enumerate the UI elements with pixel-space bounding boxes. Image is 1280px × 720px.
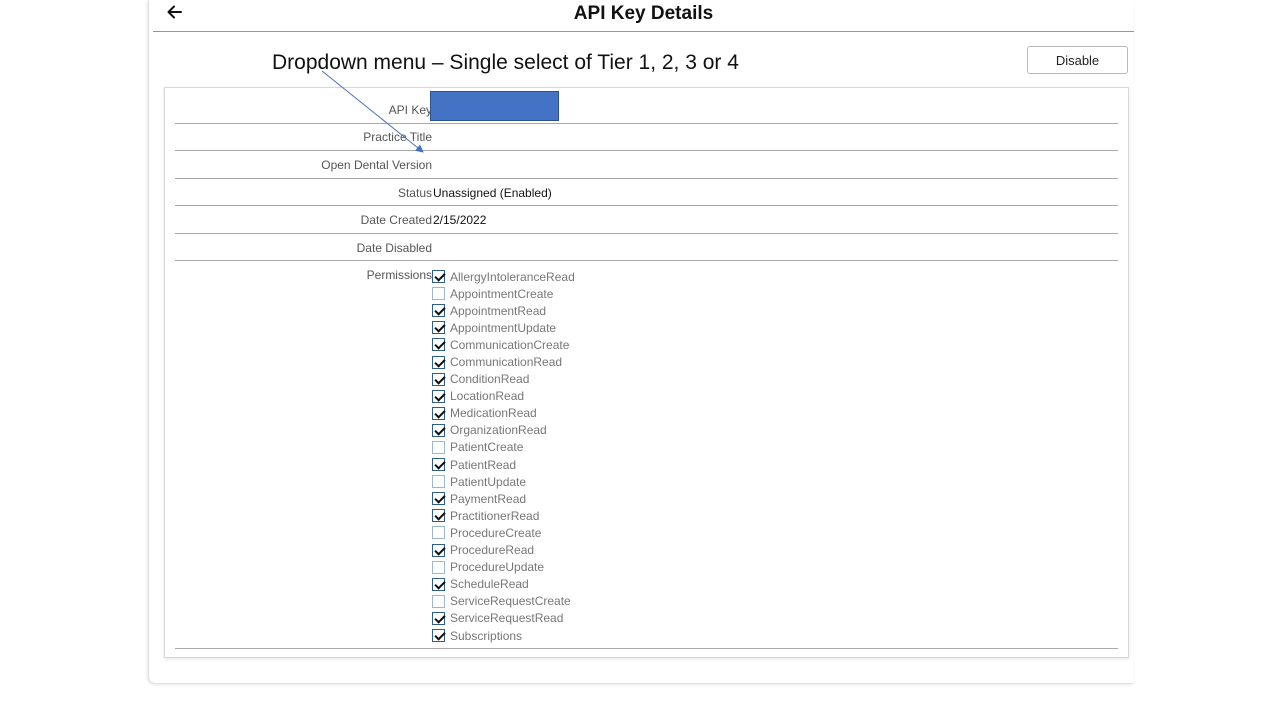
- permission-checkbox[interactable]: [432, 458, 445, 472]
- permission-label: AppointmentRead: [450, 303, 547, 318]
- date-created-label: Date Created: [360, 213, 432, 227]
- date-disabled-label: Date Disabled: [356, 241, 432, 255]
- permission-item[interactable]: CommunicationRead: [432, 353, 575, 370]
- permission-item[interactable]: ScheduleRead: [432, 576, 575, 593]
- date-created-value: 2/15/2022: [433, 213, 487, 227]
- api-key-field[interactable]: [430, 91, 559, 121]
- permission-label: ConditionRead: [450, 372, 530, 387]
- permission-checkbox[interactable]: [432, 492, 445, 506]
- permissions-row: Permissions AllergyIntoleranceRead Appoin…: [175, 261, 1118, 649]
- permission-label: CommunicationRead: [450, 355, 563, 370]
- permission-item[interactable]: PatientRead: [432, 456, 575, 473]
- permission-checkbox[interactable]: [432, 526, 445, 540]
- disable-button[interactable]: Disable: [1027, 46, 1128, 74]
- permission-label: ProcedureUpdate: [450, 560, 545, 575]
- permission-item[interactable]: AllergyIntoleranceRead: [432, 268, 575, 285]
- permission-checkbox[interactable]: [432, 321, 445, 335]
- permissions-label: Permissions: [366, 268, 432, 282]
- permission-checkbox[interactable]: [432, 372, 445, 386]
- permission-label: PractitionerRead: [450, 508, 540, 523]
- permission-item[interactable]: AppointmentCreate: [432, 285, 575, 302]
- permission-label: ScheduleRead: [450, 577, 529, 592]
- permission-checkbox[interactable]: [432, 406, 445, 420]
- practice-title-label: Practice Title: [363, 130, 432, 144]
- permission-checkbox[interactable]: [432, 304, 445, 318]
- status-label: Status: [397, 186, 432, 200]
- api-key-label: API Key: [388, 103, 432, 117]
- permission-label: AppointmentUpdate: [450, 320, 557, 335]
- permission-item[interactable]: ProcedureUpdate: [432, 559, 575, 576]
- permission-label: MedicationRead: [450, 406, 537, 421]
- permission-item[interactable]: AppointmentRead: [432, 302, 575, 319]
- permission-item[interactable]: PatientCreate: [432, 439, 575, 456]
- permission-item[interactable]: PaymentRead: [432, 490, 575, 507]
- permission-label: PaymentRead: [450, 491, 527, 506]
- permission-checkbox[interactable]: [432, 287, 445, 301]
- permission-label: Subscriptions: [450, 628, 523, 643]
- details-panel: API Key Practice Title Open Dental Versi…: [164, 87, 1129, 658]
- practice-title-row: Practice Title: [175, 124, 1118, 151]
- permission-checkbox[interactable]: [432, 270, 445, 284]
- permission-checkbox[interactable]: [432, 389, 445, 403]
- permission-label: PatientRead: [450, 457, 517, 472]
- permission-item[interactable]: Subscriptions: [432, 627, 575, 644]
- date-created-row: Date Created 2/15/2022: [175, 206, 1118, 234]
- permission-label: AppointmentCreate: [450, 286, 554, 301]
- permission-checkbox[interactable]: [432, 629, 445, 643]
- permission-label: ServiceRequestCreate: [450, 594, 571, 609]
- permission-item[interactable]: ServiceRequestRead: [432, 610, 575, 627]
- permission-checkbox[interactable]: [432, 594, 445, 608]
- permission-item[interactable]: ProcedureRead: [432, 542, 575, 559]
- permission-item[interactable]: PatientUpdate: [432, 473, 575, 490]
- permission-label: ServiceRequestRead: [450, 611, 564, 626]
- permissions-list: AllergyIntoleranceRead AppointmentCreate A…: [432, 268, 575, 644]
- permission-checkbox[interactable]: [432, 509, 445, 523]
- permission-label: OrganizationRead: [450, 423, 547, 438]
- permission-label: PatientUpdate: [450, 474, 527, 489]
- permission-label: ProcedureRead: [450, 543, 535, 558]
- permission-checkbox[interactable]: [432, 440, 445, 454]
- permission-checkbox[interactable]: [432, 355, 445, 369]
- page-header: API Key Details: [153, 0, 1134, 32]
- page-title: API Key Details: [573, 3, 714, 24]
- permission-label: ProcedureCreate: [450, 525, 542, 540]
- permission-item[interactable]: MedicationRead: [432, 405, 575, 422]
- permission-label: PatientCreate: [450, 440, 524, 455]
- permission-item[interactable]: CommunicationCreate: [432, 336, 575, 353]
- permission-checkbox[interactable]: [432, 543, 445, 557]
- permission-item[interactable]: ServiceRequestCreate: [432, 593, 575, 610]
- status-row: Status Unassigned (Enabled): [175, 179, 1118, 206]
- permission-item[interactable]: PractitionerRead: [432, 507, 575, 524]
- permission-checkbox[interactable]: [432, 577, 445, 591]
- permission-item[interactable]: OrganizationRead: [432, 422, 575, 439]
- permission-item[interactable]: ConditionRead: [432, 371, 575, 388]
- permission-checkbox[interactable]: [432, 423, 445, 437]
- api-key-details-window: API Key Details Disable API Key Practice…: [148, 0, 1134, 684]
- permission-checkbox[interactable]: [432, 611, 445, 625]
- permission-item[interactable]: LocationRead: [432, 388, 575, 405]
- open-dental-version-label: Open Dental Version: [321, 158, 432, 172]
- permission-label: LocationRead: [450, 389, 525, 404]
- permission-label: CommunicationCreate: [450, 337, 570, 352]
- date-disabled-row: Date Disabled: [175, 234, 1118, 261]
- open-dental-version-row: Open Dental Version: [175, 151, 1118, 179]
- permission-label: AllergyIntoleranceRead: [450, 269, 575, 284]
- api-key-row: API Key: [175, 88, 1118, 124]
- annotation-callout: Dropdown menu – Single select of Tier 1,…: [272, 51, 739, 74]
- permission-checkbox[interactable]: [432, 475, 445, 489]
- permission-checkbox[interactable]: [432, 338, 445, 352]
- permission-item[interactable]: AppointmentUpdate: [432, 319, 575, 336]
- permission-checkbox[interactable]: [432, 560, 445, 574]
- status-value: Unassigned (Enabled): [433, 186, 552, 200]
- permission-item[interactable]: ProcedureCreate: [432, 524, 575, 541]
